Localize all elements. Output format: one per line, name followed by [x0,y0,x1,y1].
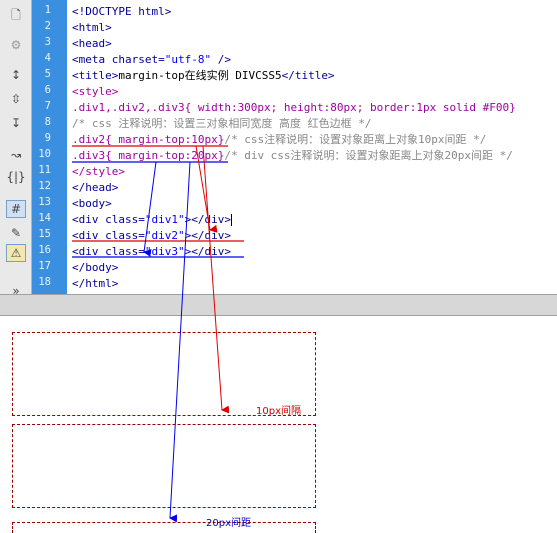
code-line: .div3{ margin-top:20px}/* div css注释说明：设置… [72,149,513,162]
line-number: 18 [38,276,51,288]
line-numbers-icon[interactable]: # [6,200,26,218]
line-number: 17 [38,260,51,272]
line-number: 14 [38,212,51,224]
code-line: </head> [72,181,119,194]
gap-20-label: 20px间距 [206,518,251,529]
line-number: 13 [38,196,51,208]
editor-toolbar: 🗋 ⚙ ↕ ⇳ ↧ ↝ {|} # ✎ ⚠ » [0,0,32,297]
code-line: <div class="div1"></div> [72,213,232,226]
line-number: 10 [38,148,51,160]
code-line: <meta charset="utf-8" /> [72,53,231,66]
highlight-icon[interactable]: ✎ [6,224,26,242]
split-view-divider[interactable] [0,294,557,316]
collapse-icon[interactable]: ⇳ [6,90,26,108]
code-line: <html> [72,21,112,34]
line-number: 1 [44,4,51,16]
format-icon[interactable]: ⚠ [6,244,26,262]
code-line: <!DOCTYPE html> [72,5,172,18]
expand-icon[interactable]: ↕ [6,66,26,84]
line-number: 7 [44,100,51,112]
code-editor[interactable]: 🗋 ⚙ ↕ ⇳ ↧ ↝ {|} # ✎ ⚠ » 1 2 3 4 5 6 7 8 … [0,0,557,297]
line-number: 15 [38,228,51,240]
line-number: 16 [38,244,51,256]
gear-icon[interactable]: ⚙ [6,36,26,54]
line-number: 3 [44,36,51,48]
code-line: /* css 注释说明：设置三对象相同宽度 高度 红色边框 */ [72,117,372,130]
code-line: <title>margin-top在线实例 DIVCSS5</title> [72,69,335,82]
code-line: <div class="div3"></div> [72,245,231,258]
wrap-tag-icon[interactable]: ↝ [6,146,26,164]
line-number: 5 [44,68,51,80]
line-number: 12 [38,180,51,192]
text-cursor [230,214,232,226]
code-line: </style> [72,165,125,178]
file-icon[interactable]: 🗋 [6,6,26,24]
code-line: <head> [72,37,112,50]
code-line: <div class="div2"></div> [72,229,231,242]
line-number-gutter: 1 2 3 4 5 6 7 8 9 10 11 12 13 14 15 16 1… [32,0,67,294]
braces-icon[interactable]: {|} [6,168,26,186]
code-line: .div1,.div2,.div3{ width:300px; height:8… [72,101,516,114]
line-number: 6 [44,84,51,96]
code-line: <body> [72,197,112,210]
line-number: 9 [44,132,51,144]
select-tag-icon[interactable]: ↧ [6,114,26,132]
line-number: 8 [44,116,51,128]
design-preview[interactable]: 10px间隔 20px间距 [0,316,557,533]
code-line: <style> [72,85,119,98]
code-line: .div2{ margin-top:10px}/* css注释说明：设置对象距离… [72,133,487,146]
div2-box[interactable] [12,424,316,508]
line-number: 4 [44,52,51,64]
line-number: 2 [44,20,51,32]
gap-10-label: 10px间隔 [256,406,301,417]
code-line: </html> [72,277,119,290]
line-number: 11 [38,164,51,176]
code-line: </body> [72,261,119,274]
code-area[interactable]: <!DOCTYPE html> <html> <head> <meta char… [72,0,552,294]
